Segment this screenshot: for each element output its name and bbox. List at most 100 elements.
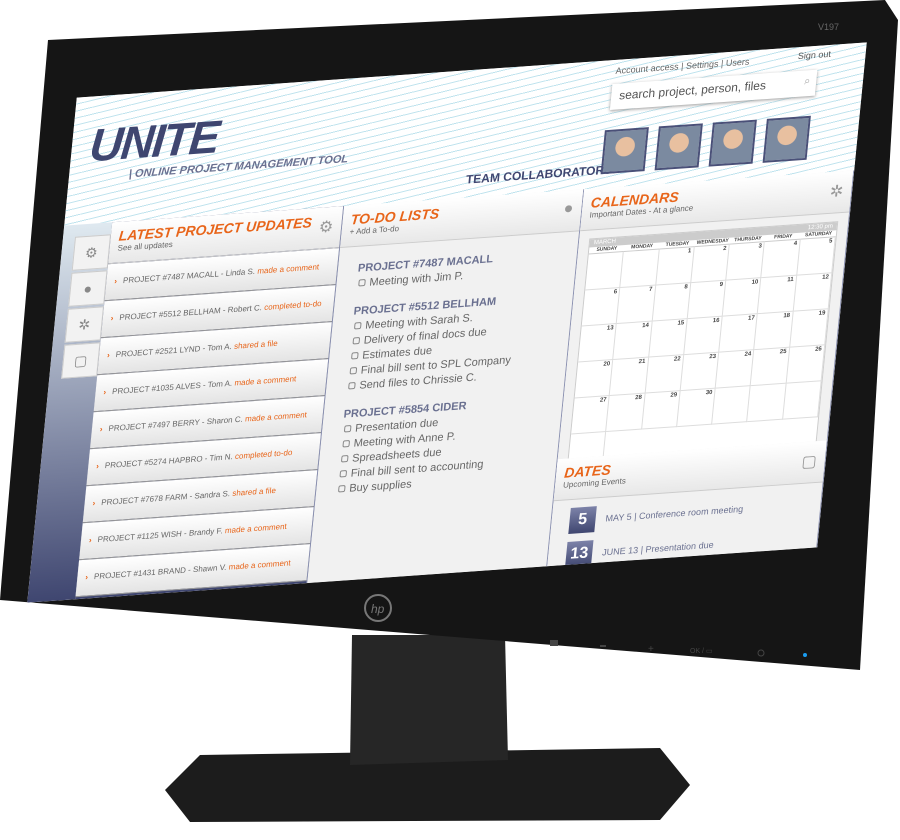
checkbox[interactable]: [358, 279, 366, 287]
chevron-right-icon: ›: [113, 276, 118, 286]
timer-icon: ●: [562, 199, 575, 218]
update-action[interactable]: made a comment: [245, 410, 308, 423]
update-action[interactable]: made a comment: [234, 374, 297, 387]
note-icon[interactable]: ▢: [61, 342, 101, 379]
checkbox[interactable]: [343, 425, 352, 433]
update-action[interactable]: shared a file: [234, 339, 278, 351]
avatar[interactable]: [600, 127, 649, 175]
checkbox[interactable]: [340, 455, 349, 463]
calendar-day[interactable]: 13: [578, 324, 617, 363]
update-text: PROJECT #1431 BRAND - Shawn V.: [93, 562, 227, 582]
calendar-day[interactable]: [620, 249, 660, 289]
calendar-day[interactable]: [712, 386, 752, 425]
search-icon[interactable]: ⌕: [803, 75, 811, 88]
svg-text:hp: hp: [371, 602, 385, 616]
chevron-right-icon: ›: [106, 350, 111, 360]
avatar[interactable]: [762, 115, 811, 163]
search-input[interactable]: search project, person, files ⌕: [609, 69, 818, 111]
calendar-day[interactable]: 30: [676, 388, 716, 428]
checkbox[interactable]: [349, 367, 358, 375]
calendar-day[interactable]: 9: [687, 280, 727, 320]
chevron-right-icon: ›: [110, 313, 114, 323]
avatar[interactable]: [708, 119, 757, 167]
power-led: [803, 653, 807, 657]
checkbox[interactable]: [351, 352, 359, 360]
checkbox[interactable]: [353, 322, 362, 330]
calendar-day[interactable]: 10: [722, 278, 762, 317]
calendar-day[interactable]: 24: [715, 350, 755, 389]
todo-panel: TO-DO LISTS + Add a To-do ● PROJECT #7487 …: [307, 189, 585, 584]
chevron-right-icon: ›: [88, 535, 93, 545]
calendar-day[interactable]: 16: [683, 316, 723, 356]
update-text: PROJECT #7497 BERRY - Sharon C.: [108, 414, 244, 434]
calendar-day[interactable]: 25: [751, 347, 790, 387]
chevron-right-icon: ›: [99, 424, 103, 434]
checkbox[interactable]: [337, 485, 346, 493]
calendar-day[interactable]: [782, 381, 822, 420]
sign-out-link[interactable]: Sign out: [797, 49, 831, 61]
calendar-day[interactable]: 29: [641, 391, 681, 430]
calendar-day[interactable]: 6: [581, 288, 621, 327]
calendar-day[interactable]: 7: [616, 285, 656, 325]
calendar-day[interactable]: 17: [719, 314, 759, 353]
calendar-day[interactable]: 5: [796, 237, 836, 276]
calendar-day[interactable]: 19: [789, 309, 829, 348]
update-text: PROJECT #1125 WISH - Brandy F.: [97, 526, 224, 545]
calendar-day[interactable]: 12: [793, 273, 833, 312]
calendar-day[interactable]: 28: [606, 393, 646, 433]
updates-panel: LATEST PROJECT UPDATES See all updates ⚙ ›…: [75, 206, 345, 600]
checkbox[interactable]: [342, 440, 351, 448]
screen: UNITE | ONLINE PROJECT MANAGEMENT TOOL A…: [27, 42, 867, 603]
calendar-day[interactable]: 23: [680, 352, 720, 392]
calendar-day[interactable]: [747, 383, 787, 423]
calendar-day[interactable]: 22: [645, 355, 684, 394]
note-icon[interactable]: ▢: [801, 451, 818, 472]
update-action[interactable]: completed to-do: [264, 299, 322, 312]
checkbox[interactable]: [348, 382, 356, 390]
timer-icon[interactable]: ●: [68, 270, 108, 307]
calendar-day[interactable]: 11: [758, 275, 797, 315]
calendar-day[interactable]: 3: [726, 242, 766, 281]
event-text: MAY 5 | Conference room meeting: [605, 503, 744, 524]
gear-icon[interactable]: ⚙: [318, 217, 334, 238]
avatar[interactable]: [654, 123, 703, 171]
calendar-day[interactable]: 8: [652, 283, 692, 322]
gear-icon[interactable]: ⚙: [71, 234, 112, 271]
calendar-day[interactable]: 1: [655, 247, 695, 286]
todo-item-label: Buy supplies: [348, 478, 413, 495]
menu-button[interactable]: [550, 640, 558, 646]
update-text: PROJECT #7678 FARM - Sandra S.: [100, 489, 231, 508]
checkbox[interactable]: [339, 470, 348, 478]
calendar-day[interactable]: 14: [613, 321, 653, 361]
update-action[interactable]: made a comment: [225, 522, 288, 535]
calendar-day[interactable]: 27: [571, 396, 610, 435]
calendar-day[interactable]: 21: [609, 357, 649, 397]
calendar-day[interactable]: 4: [761, 239, 801, 279]
update-action[interactable]: completed to-do: [235, 448, 293, 461]
update-action[interactable]: made a comment: [228, 558, 291, 571]
chevron-right-icon: ›: [92, 498, 96, 508]
calendar-gear-icon[interactable]: ✲: [64, 306, 104, 343]
minus-button[interactable]: [600, 645, 606, 647]
calendar-day[interactable]: [585, 252, 625, 291]
calendar-gear-icon[interactable]: ✲: [829, 181, 844, 202]
calendar-panel: CALENDARS Important Dates - At a glance ✲ …: [557, 170, 855, 472]
update-action[interactable]: made a comment: [257, 262, 320, 275]
account-links[interactable]: Account access | Settings | Users: [615, 57, 750, 76]
calendar-day[interactable]: 2: [691, 244, 730, 284]
todo-item-label: Estimates due: [361, 344, 433, 362]
update-text: PROJECT #2521 LYND - Tom A.: [115, 341, 233, 360]
plus-button[interactable]: +: [648, 644, 654, 655]
chevron-right-icon: ›: [103, 387, 107, 397]
update-action[interactable]: shared a file: [232, 486, 276, 498]
calendar-day[interactable]: 20: [574, 360, 614, 399]
collaborators-label: TEAM COLLABORATORS:: [465, 162, 617, 187]
calendar-day[interactable]: 15: [648, 319, 688, 358]
calendar-day[interactable]: 18: [754, 311, 794, 351]
model-label: V197: [818, 22, 839, 32]
checkbox[interactable]: [352, 337, 361, 345]
ok-input-button[interactable]: OK / ▭: [690, 648, 713, 655]
event-text: JUNE 13 | Presentation due: [601, 539, 715, 558]
calendar-day[interactable]: 26: [786, 345, 826, 384]
update-text: PROJECT #7487 MACALL - Linda S.: [122, 266, 256, 286]
